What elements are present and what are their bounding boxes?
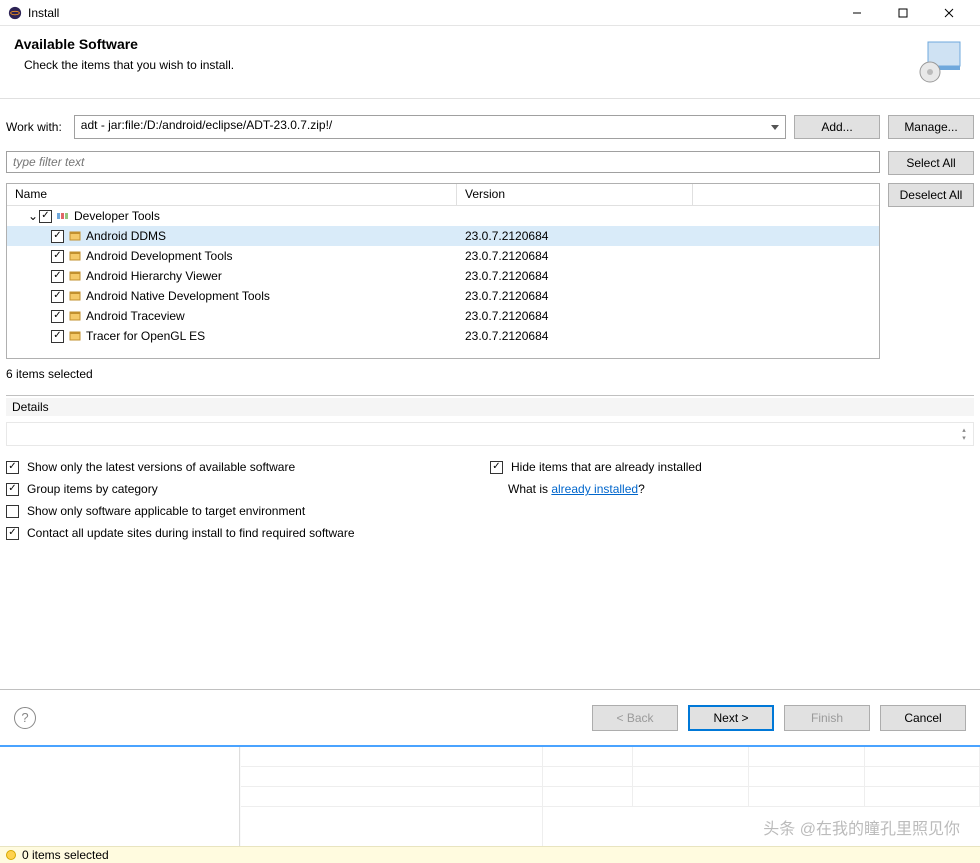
filter-input[interactable] bbox=[6, 151, 880, 173]
contact-sites-label: Contact all update sites during install … bbox=[27, 526, 355, 540]
tree-item[interactable]: Android DDMS 23.0.7.2120684 bbox=[7, 226, 879, 246]
maximize-button[interactable] bbox=[880, 0, 926, 26]
group-label: Developer Tools bbox=[74, 209, 160, 223]
status-text: 0 items selected bbox=[22, 848, 109, 862]
help-button[interactable]: ? bbox=[14, 707, 36, 729]
item-label: Android Native Development Tools bbox=[86, 289, 270, 303]
warning-icon bbox=[6, 850, 16, 860]
wizard-footer: ? < Back Next > Finish Cancel bbox=[0, 689, 980, 745]
status-bar: 0 items selected bbox=[0, 846, 980, 863]
col-version[interactable]: Version bbox=[457, 184, 693, 205]
software-tree: Name Version ⌄ Developer Tools Android DDM… bbox=[6, 183, 880, 359]
finish-button[interactable]: Finish bbox=[784, 705, 870, 731]
hide-installed-checkbox[interactable] bbox=[490, 461, 503, 474]
add-button[interactable]: Add... bbox=[794, 115, 880, 139]
item-label: Android DDMS bbox=[86, 229, 166, 243]
item-checkbox[interactable] bbox=[51, 270, 64, 283]
item-version: 23.0.7.2120684 bbox=[457, 229, 693, 243]
details-spinner[interactable]: ▴▾ bbox=[957, 424, 971, 444]
titlebar: Install bbox=[0, 0, 980, 26]
deselect-all-button[interactable]: Deselect All bbox=[888, 183, 974, 207]
already-installed-link[interactable]: already installed bbox=[551, 482, 638, 496]
select-all-button[interactable]: Select All bbox=[888, 151, 974, 175]
work-with-label: Work with: bbox=[6, 120, 66, 134]
bottom-panel: 头条 @在我的瞳孔里照见你 0 items selected bbox=[0, 745, 980, 863]
applicable-label: Show only software applicable to target … bbox=[27, 504, 305, 518]
item-version: 23.0.7.2120684 bbox=[457, 249, 693, 263]
options-grid: Show only the latest versions of availab… bbox=[0, 446, 980, 546]
item-version: 23.0.7.2120684 bbox=[457, 309, 693, 323]
item-checkbox[interactable] bbox=[51, 330, 64, 343]
work-with-combo[interactable]: adt - jar:file:/D:/android/eclipse/ADT-2… bbox=[74, 115, 786, 139]
close-button[interactable] bbox=[926, 0, 972, 26]
tree-item[interactable]: Android Native Development Tools 23.0.7.2… bbox=[7, 286, 879, 306]
watermark: 头条 @在我的瞳孔里照见你 bbox=[763, 815, 960, 839]
selection-count: 6 items selected bbox=[0, 359, 980, 395]
item-label: Android Development Tools bbox=[86, 249, 233, 263]
manage-button[interactable]: Manage... bbox=[888, 115, 974, 139]
item-version: 23.0.7.2120684 bbox=[457, 289, 693, 303]
whatis-text: What is already installed? bbox=[508, 482, 645, 496]
tree-item[interactable]: Android Development Tools 23.0.7.2120684 bbox=[7, 246, 879, 266]
item-checkbox[interactable] bbox=[51, 290, 64, 303]
bottom-left-pane bbox=[0, 747, 240, 848]
item-label: Android Hierarchy Viewer bbox=[86, 269, 222, 283]
latest-label: Show only the latest versions of availab… bbox=[27, 460, 295, 474]
item-version: 23.0.7.2120684 bbox=[457, 269, 693, 283]
wizard-header: Available Software Check the items that … bbox=[0, 26, 980, 99]
details-box[interactable]: ▴▾ bbox=[6, 422, 974, 446]
contact-sites-checkbox[interactable] bbox=[6, 527, 19, 540]
chevron-down-icon[interactable]: ⌄ bbox=[27, 209, 39, 223]
minimize-button[interactable] bbox=[834, 0, 880, 26]
tree-item[interactable]: Android Hierarchy Viewer 23.0.7.2120684 bbox=[7, 266, 879, 286]
page-title: Available Software bbox=[14, 36, 918, 52]
tree-header: Name Version bbox=[7, 184, 879, 206]
next-button[interactable]: Next > bbox=[688, 705, 774, 731]
eclipse-icon bbox=[8, 6, 22, 20]
hide-installed-label: Hide items that are already installed bbox=[511, 460, 702, 474]
tree-item[interactable]: Tracer for OpenGL ES 23.0.7.2120684 bbox=[7, 326, 879, 346]
item-checkbox[interactable] bbox=[51, 230, 64, 243]
window-title: Install bbox=[28, 6, 834, 20]
tree-item[interactable]: Android Traceview 23.0.7.2120684 bbox=[7, 306, 879, 326]
applicable-checkbox[interactable] bbox=[6, 505, 19, 518]
work-with-row: Work with: adt - jar:file:/D:/android/ec… bbox=[0, 99, 980, 151]
back-button[interactable]: < Back bbox=[592, 705, 678, 731]
install-wizard-icon bbox=[918, 36, 966, 84]
item-checkbox[interactable] bbox=[51, 250, 64, 263]
details-section: Details ▴▾ bbox=[6, 395, 974, 446]
item-checkbox[interactable] bbox=[51, 310, 64, 323]
col-name[interactable]: Name bbox=[7, 184, 457, 205]
item-version: 23.0.7.2120684 bbox=[457, 329, 693, 343]
item-label: Android Traceview bbox=[86, 309, 185, 323]
tree-group[interactable]: ⌄ Developer Tools bbox=[7, 206, 879, 226]
group-checkbox[interactable] bbox=[39, 210, 52, 223]
cancel-button[interactable]: Cancel bbox=[880, 705, 966, 731]
page-subtitle: Check the items that you wish to install… bbox=[14, 58, 918, 72]
group-category-label: Group items by category bbox=[27, 482, 158, 496]
group-category-checkbox[interactable] bbox=[6, 483, 19, 496]
latest-checkbox[interactable] bbox=[6, 461, 19, 474]
item-label: Tracer for OpenGL ES bbox=[86, 329, 205, 343]
details-label: Details bbox=[6, 398, 974, 416]
